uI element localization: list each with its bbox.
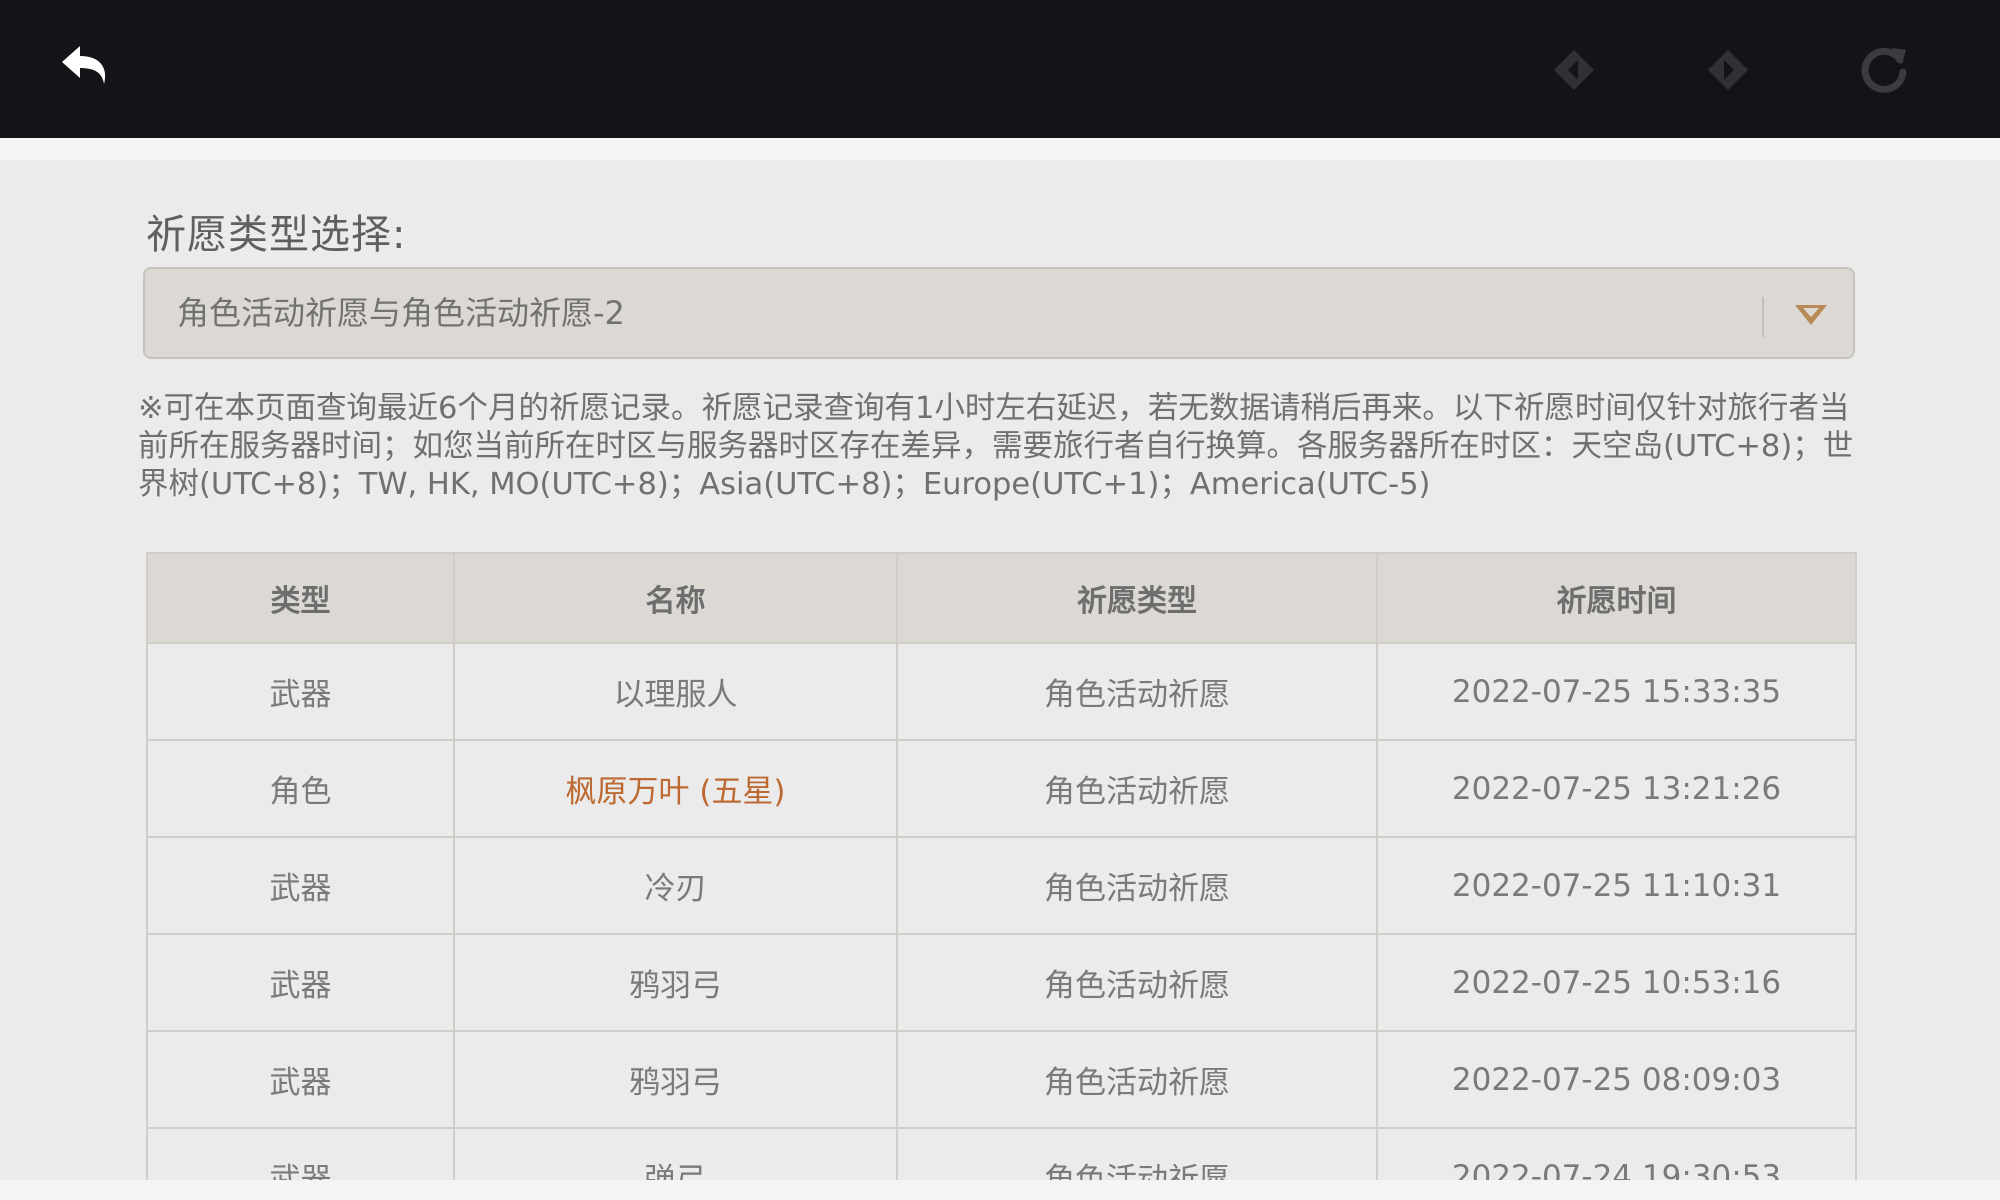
cell-time: 2022-07-25 13:21:26 bbox=[1376, 739, 1857, 838]
cell-name: 冷刃 bbox=[453, 836, 898, 935]
cell-type: 武器 bbox=[146, 1030, 455, 1129]
select-divider bbox=[1762, 297, 1764, 337]
prev-diamond-icon[interactable] bbox=[1538, 34, 1610, 106]
notice-text: ※可在本页面查询最近6个月的祈愿记录。祈愿记录查询有1小时左右延迟，若无数据请稍… bbox=[138, 391, 1854, 502]
cell-name: 以理服人 bbox=[453, 642, 898, 741]
table-row: 武器 鸦羽弓 角色活动祈愿 2022-07-25 08:09:03 bbox=[146, 1030, 1857, 1129]
table-row: 武器 弹弓 角色活动祈愿 2022-07-24 19:30:53 bbox=[146, 1127, 1857, 1180]
cell-time: 2022-07-24 19:30:53 bbox=[1376, 1127, 1857, 1180]
header-wish-type: 祈愿类型 bbox=[896, 552, 1378, 644]
wish-type-selected-value: 角色活动祈愿与角色活动祈愿-2 bbox=[177, 294, 625, 332]
cell-wish-type: 角色活动祈愿 bbox=[896, 836, 1378, 935]
cell-type: 武器 bbox=[146, 933, 455, 1032]
top-navigation-bar bbox=[0, 0, 2000, 138]
cell-type: 武器 bbox=[146, 836, 455, 935]
next-diamond-icon[interactable] bbox=[1692, 34, 1764, 106]
cell-time: 2022-07-25 08:09:03 bbox=[1376, 1030, 1857, 1129]
table-row: 武器 鸦羽弓 角色活动祈愿 2022-07-25 10:53:16 bbox=[146, 933, 1857, 1032]
cell-wish-type: 角色活动祈愿 bbox=[896, 1127, 1378, 1180]
table-row: 角色 枫原万叶 (五星) 角色活动祈愿 2022-07-25 13:21:26 bbox=[146, 739, 1857, 838]
header-divider-strip bbox=[0, 138, 2000, 160]
wish-history-content: 祈愿类型选择: 角色活动祈愿与角色活动祈愿-2 ※可在本页面查询最近6个月的祈愿… bbox=[0, 160, 2000, 1180]
cell-wish-type: 角色活动祈愿 bbox=[896, 1030, 1378, 1129]
cell-type: 武器 bbox=[146, 1127, 455, 1180]
table-row: 武器 冷刃 角色活动祈愿 2022-07-25 11:10:31 bbox=[146, 836, 1857, 935]
cell-time: 2022-07-25 10:53:16 bbox=[1376, 933, 1857, 1032]
cell-name: 鸦羽弓 bbox=[453, 1030, 898, 1129]
bottom-strip bbox=[0, 1180, 2000, 1200]
wish-type-select[interactable]: 角色活动祈愿与角色活动祈愿-2 bbox=[143, 267, 1855, 359]
refresh-icon[interactable] bbox=[1848, 34, 1920, 106]
cell-wish-type: 角色活动祈愿 bbox=[896, 933, 1378, 1032]
chevron-down-icon[interactable] bbox=[1793, 299, 1829, 329]
cell-time: 2022-07-25 15:33:35 bbox=[1376, 642, 1857, 741]
back-arrow-icon[interactable] bbox=[52, 34, 124, 106]
header-name: 名称 bbox=[453, 552, 898, 644]
wish-type-label: 祈愿类型选择: bbox=[146, 212, 407, 258]
header-type: 类型 bbox=[146, 552, 455, 644]
table-row: 武器 以理服人 角色活动祈愿 2022-07-25 15:33:35 bbox=[146, 642, 1857, 741]
cell-type: 武器 bbox=[146, 642, 455, 741]
cell-time: 2022-07-25 11:10:31 bbox=[1376, 836, 1857, 935]
wish-records-table: 类型 名称 祈愿类型 祈愿时间 武器 以理服人 角色活动祈愿 2022-07-2… bbox=[146, 552, 1857, 1180]
cell-type: 角色 bbox=[146, 739, 455, 838]
table-header-row: 类型 名称 祈愿类型 祈愿时间 bbox=[146, 552, 1857, 644]
cell-wish-type: 角色活动祈愿 bbox=[896, 642, 1378, 741]
cell-name: 鸦羽弓 bbox=[453, 933, 898, 1032]
cell-name: 弹弓 bbox=[453, 1127, 898, 1180]
header-wish-time: 祈愿时间 bbox=[1376, 552, 1857, 644]
cell-name-five-star: 枫原万叶 (五星) bbox=[453, 739, 898, 838]
cell-wish-type: 角色活动祈愿 bbox=[896, 739, 1378, 838]
